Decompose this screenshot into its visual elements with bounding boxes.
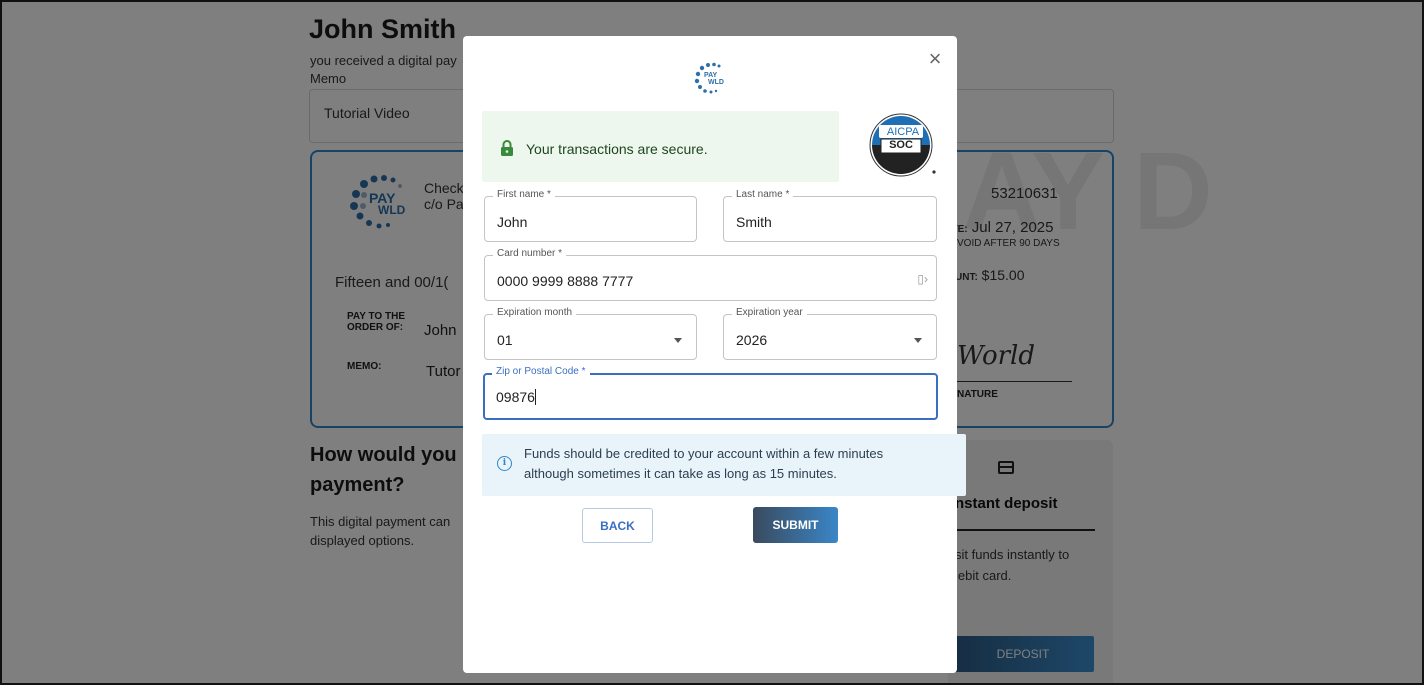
text-caret — [534, 389, 536, 405]
card-number-value: 0000 9999 8888 7777 — [497, 273, 634, 289]
first-name-field[interactable]: First name * John — [484, 189, 697, 242]
zip-code-value-wrap: 09876 — [496, 389, 536, 405]
zip-code-value: 09876 — [496, 389, 535, 405]
lock-icon — [501, 140, 513, 156]
submit-button[interactable]: SUBMIT — [753, 507, 838, 543]
info-text-2: although sometimes it can take as long a… — [524, 466, 837, 481]
first-name-value: John — [497, 214, 528, 230]
card-number-field[interactable]: Card number * 0000 9999 8888 7777 ▯› — [484, 248, 937, 301]
paywld-logo: PAY WLD — [691, 60, 731, 96]
expiration-year-label: Expiration year — [732, 307, 807, 318]
last-name-value: Smith — [736, 214, 772, 230]
secure-banner: Your transactions are secure. — [482, 111, 839, 182]
back-button[interactable]: BACK — [582, 508, 653, 543]
last-name-field[interactable]: Last name * Smith — [723, 189, 937, 242]
first-name-label: First name * — [493, 189, 555, 200]
aicpa-soc-badge: AICPA SOC — [867, 112, 939, 178]
chevron-down-icon[interactable] — [674, 338, 682, 343]
last-name-label: Last name * — [732, 189, 794, 200]
expiration-year-select[interactable]: Expiration year 2026 — [723, 307, 937, 360]
payment-modal: × PAY WLD Your transactions are secure. — [463, 36, 966, 673]
zip-code-label: Zip or Postal Code * — [492, 366, 590, 377]
expiration-month-select[interactable]: Expiration month 01 — [484, 307, 697, 360]
info-icon: i — [497, 456, 512, 471]
badge-middle-text: SOC — [889, 139, 913, 151]
info-banner: i Funds should be credited to your accou… — [482, 434, 966, 496]
card-number-label: Card number * — [493, 248, 567, 259]
secure-text: Your transactions are secure. — [526, 141, 708, 157]
logo-text-wld: WLD — [708, 79, 724, 86]
info-text-1: Funds should be credited to your account… — [524, 446, 884, 461]
logo-text-pay: PAY — [704, 72, 718, 79]
expiration-year-value: 2026 — [736, 332, 768, 348]
expiration-month-label: Expiration month — [493, 307, 577, 318]
card-icon: ▯› — [917, 272, 928, 286]
zip-code-field[interactable]: Zip or Postal Code * 09876 — [483, 366, 938, 420]
expiration-month-value: 01 — [497, 332, 513, 348]
chevron-down-icon[interactable] — [914, 338, 922, 343]
close-icon[interactable]: × — [924, 48, 946, 71]
badge-top-text: AICPA — [886, 126, 920, 138]
